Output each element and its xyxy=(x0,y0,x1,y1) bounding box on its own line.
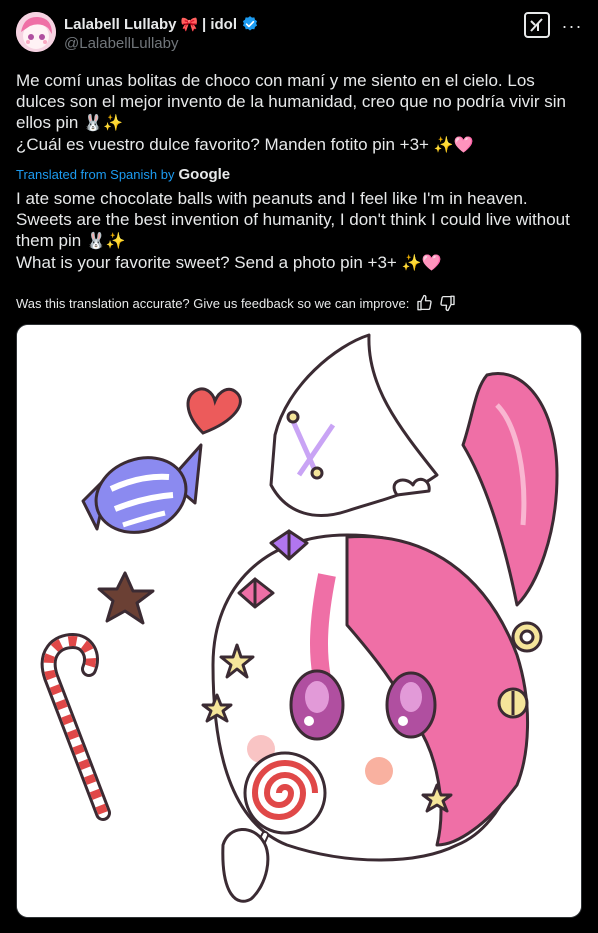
grok-button[interactable] xyxy=(524,12,550,38)
translated-line1: I ate some chocolate balls with peanuts … xyxy=(16,189,570,250)
verified-badge-icon xyxy=(241,15,259,33)
author-handle[interactable]: @LalabellLullaby xyxy=(64,35,178,52)
avatar[interactable] xyxy=(16,12,56,52)
translation-label: Translated from Spanish by xyxy=(16,167,175,182)
post-text-line1: Me comí unas bolitas de choco con maní y… xyxy=(16,71,566,132)
more-options-button[interactable]: ··· xyxy=(562,16,582,36)
translation-feedback: Was this translation accurate? Give us f… xyxy=(16,294,457,312)
post-text-translated: I ate some chocolate balls with peanuts … xyxy=(16,188,582,274)
sparkle-heart-emojis: ✨🩷 xyxy=(401,255,442,272)
translation-attribution[interactable]: Translated from Spanish by Google xyxy=(16,166,230,183)
thumbs-up-icon[interactable] xyxy=(415,294,433,312)
feedback-prompt: Was this translation accurate? Give us f… xyxy=(16,295,410,311)
post-header: Lalabell Lullaby 🎀 | idol @LalabellLulla… xyxy=(16,10,582,56)
post-image[interactable] xyxy=(16,324,582,918)
author-suffix: | idol xyxy=(201,15,237,33)
bunny-sparkle-emojis: 🐰✨ xyxy=(85,233,126,250)
google-logo: Google xyxy=(178,166,231,183)
sparkle-heart-emojis: ✨🩷 xyxy=(433,137,474,154)
bow-emoji: 🎀 xyxy=(180,15,198,32)
author-display-name[interactable]: Lalabell Lullaby xyxy=(64,16,177,33)
post-text-line2: ¿Cuál es vuestro dulce favorito? Manden … xyxy=(16,135,474,154)
translated-line2: What is your favorite sweet? Send a phot… xyxy=(16,253,442,272)
thumbs-down-icon[interactable] xyxy=(439,294,457,312)
more-icon: ··· xyxy=(561,15,583,36)
post-text-original: Me comí unas bolitas de choco con maní y… xyxy=(16,70,582,156)
author-name-row[interactable]: Lalabell Lullaby 🎀 | idol xyxy=(64,15,259,33)
grok-icon xyxy=(530,18,543,32)
bunny-sparkle-emojis: 🐰✨ xyxy=(83,115,123,132)
